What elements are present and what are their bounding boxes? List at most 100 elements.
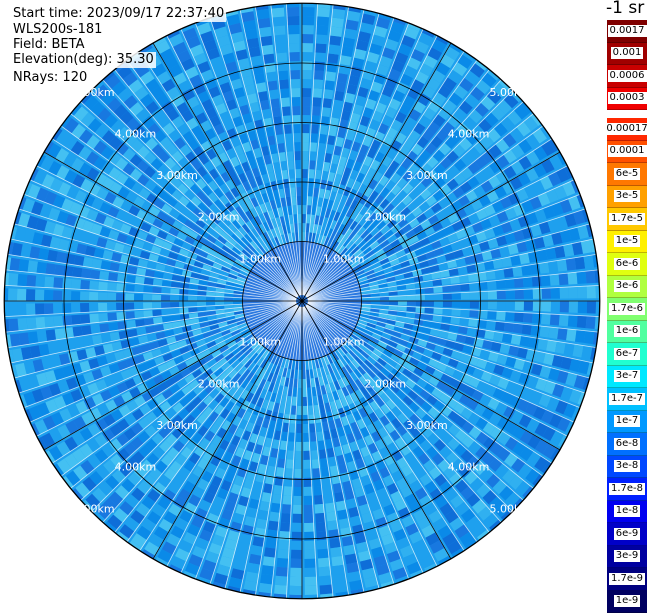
ppi-gate [134, 285, 143, 293]
ppi-gate [296, 442, 302, 451]
ppi-gate [550, 314, 560, 326]
ppi-gate [331, 556, 343, 566]
ppi-gate [278, 70, 288, 80]
ppi-gate [578, 301, 587, 313]
ppi-gate [316, 531, 327, 541]
ppi-gate [320, 584, 333, 594]
ppi-gate [28, 260, 38, 273]
colorbar-tick-label: 0.0001 [608, 145, 647, 157]
colorbar-tick-label: 1e-6 [614, 325, 641, 337]
ppi-gate [107, 303, 116, 311]
ppi-gate [289, 586, 302, 595]
ppi-gate [332, 9, 345, 19]
ppi-gate [170, 288, 179, 294]
colorbar-lower-cell: 1e-6 [607, 321, 647, 344]
ppi-gate [302, 34, 313, 43]
ppi-gate [337, 73, 348, 84]
ppi-gate [290, 70, 300, 79]
ppi-gate [56, 252, 67, 264]
ppi-gate [407, 301, 416, 306]
ppi-gate [524, 301, 533, 311]
ppi-gate [305, 568, 317, 577]
ppi-gate [299, 361, 302, 370]
colorbar-tick-label: 6e-8 [614, 438, 641, 450]
ppi-gate [10, 333, 21, 347]
start-time-label: Start time: 2023/09/17 22:37:40 [11, 6, 226, 22]
ppi-gate [312, 106, 321, 116]
colorbar-lower-cell: 3e-8 [607, 456, 647, 479]
ppi-gate [89, 281, 99, 291]
range-label: 5.00km [489, 502, 531, 515]
ppi-gate [80, 291, 89, 301]
ppi-gate [587, 301, 596, 314]
colorbar-lower-cell: 0.00017 [607, 118, 647, 141]
ppi-gate [513, 323, 523, 333]
ppi-gate [302, 160, 308, 169]
colorbar-tick-label: 1e-9 [614, 595, 641, 607]
ppi-gate [26, 304, 35, 316]
ppi-gate [134, 294, 143, 301]
ppi-gate [302, 61, 312, 70]
ppi-gate [487, 311, 497, 320]
colorbar-lower-cell: 6e-6 [607, 253, 647, 276]
ppi-gate [532, 313, 542, 324]
ppi-gate [277, 558, 289, 568]
ppi-gate [283, 495, 292, 505]
ppi-gate [302, 187, 307, 196]
ppi-gate [264, 547, 276, 557]
ppi-gate [266, 72, 277, 82]
colorbar-tick-label: 6e-9 [614, 528, 641, 540]
ppi-gate [514, 278, 524, 288]
ppi-gate [299, 370, 302, 379]
ppi-gate [316, 25, 328, 35]
colorbar-tick-label: 0.0017 [608, 25, 647, 37]
range-label: 4.00km [448, 127, 490, 140]
ppi-gate [62, 278, 72, 289]
ppi-gate [47, 250, 58, 262]
ppi-gate [294, 151, 301, 160]
ppi-gate [280, 88, 290, 98]
ppi-gate [276, 467, 284, 477]
ppi-gate [55, 328, 65, 340]
colorbar-upper-cell: 0.0017 [607, 20, 647, 43]
ppi-gate [297, 406, 302, 415]
colorbar-lower-cell: 1e-8 [607, 501, 647, 524]
ppi-gate [288, 441, 295, 450]
colorbar-tick-label: 3e-5 [614, 190, 641, 202]
ppi-gate [326, 62, 337, 72]
ppi-gate [260, 574, 273, 584]
elevation-label: Elevation(deg): 35.30 [11, 52, 156, 68]
ppi-gate [253, 536, 265, 547]
ppi-gate [62, 315, 72, 326]
ppi-gate [569, 287, 578, 299]
ppi-gate [335, 82, 346, 93]
ppi-gate [295, 451, 302, 460]
ppi-gate [302, 169, 308, 178]
ppi-gate [294, 487, 302, 496]
ppi-gate [487, 281, 497, 290]
ppi-gate [291, 88, 300, 97]
ppi-gate [289, 52, 300, 61]
ppi-gate [530, 325, 540, 336]
ppi-gate [99, 271, 109, 281]
colorbar-upper-cell: 0.0006 [607, 65, 647, 88]
ppi-gate [523, 277, 533, 287]
ppi-gate [318, 558, 330, 568]
ppi-gate [305, 586, 318, 595]
ppi-gate [488, 291, 497, 299]
ppi-gate [64, 327, 74, 338]
ppi-gate [340, 55, 352, 66]
ppi-gate [334, 582, 348, 593]
ppi-gate [188, 290, 197, 295]
colorbar-lower-cell: 3e-9 [607, 546, 647, 569]
range-label: 1.00km [240, 252, 282, 265]
ppi-gate [125, 311, 135, 319]
range-label: 5.00km [489, 86, 531, 99]
ppi-gate [460, 309, 469, 317]
ppi-gate [62, 303, 71, 313]
ppi-gate [135, 276, 145, 284]
ppi-gate [298, 379, 302, 388]
ppi-gate [515, 301, 524, 311]
ppi-gate [533, 288, 542, 298]
ppi-gate [291, 559, 302, 568]
